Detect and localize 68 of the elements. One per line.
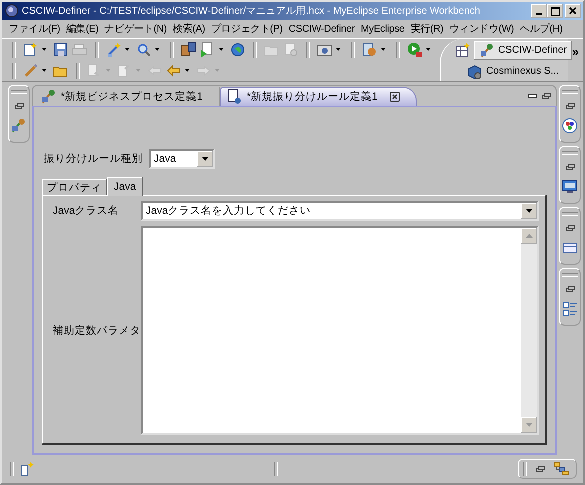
menu-item[interactable]: ナビゲート(N) [102,21,170,37]
menu-item[interactable]: ヘルプ(H) [517,21,566,37]
minimize-button[interactable] [531,4,547,18]
dropdown-arrow-icon[interactable] [219,48,224,51]
menu-item[interactable]: 編集(E) [63,21,102,37]
close-icon [569,7,577,15]
window-title: CSCIW-Definer - C:/TEST/eclipse/CSCIW-Definer/マニュアル用.hcx - MyEclipse Enterprise Workbench [22,5,482,18]
globe-icon[interactable] [230,42,246,58]
menu-item[interactable]: 検索(A) [170,21,208,37]
close-button[interactable] [565,4,581,18]
field-label: 補助定数パラメタ [52,324,141,338]
scroll-down-icon [526,423,532,427]
package-icon[interactable] [362,42,378,58]
dropdown-arrow-icon[interactable] [185,69,190,72]
dropdown-arrow-icon[interactable] [125,48,130,51]
scroll-up-icon [526,234,532,238]
dropdown-arrow-icon[interactable] [336,48,341,51]
menu-item[interactable]: MyEclipse [358,22,408,36]
new-item-icon[interactable] [20,462,34,476]
restore-icon[interactable] [535,465,546,473]
menu-item[interactable]: 実行(R) [408,21,447,37]
menu-item[interactable]: プロジェクト(P) [208,21,286,37]
dropdown-arrow-icon[interactable] [381,48,386,51]
close-icon[interactable] [390,92,400,102]
maximize-icon [550,6,560,16]
monitor-icon[interactable] [562,179,578,195]
tab[interactable]: Java [107,177,144,196]
scrollbar[interactable] [521,228,537,433]
perspective-button[interactable]: Cosminexus S... [462,62,564,81]
dropdown-arrow-icon[interactable] [426,48,431,51]
restore-icon[interactable] [14,102,24,110]
dropdown-arrow-icon[interactable] [202,157,208,161]
field-label: Javaクラス名 [52,204,120,218]
maximize-icon[interactable] [541,92,552,100]
app-icon [5,4,19,18]
hierarchy-icon[interactable] [554,462,570,476]
dropdown-arrow-icon[interactable] [42,69,47,72]
maximize-button[interactable] [547,4,563,18]
dropdown-arrow-icon[interactable] [526,209,532,213]
restore-icon[interactable] [564,102,576,110]
new-file-icon[interactable] [23,42,39,58]
database-icon[interactable] [181,42,197,58]
field-label: 振り分けルール種別 [44,152,143,166]
open-perspective-icon[interactable] [455,42,472,58]
menu-item[interactable]: ウィンドウ(W) [446,21,518,37]
outline-icon[interactable] [562,301,578,317]
table-icon[interactable] [562,240,578,256]
minimize-icon[interactable] [528,92,537,100]
perspective-icon [479,42,496,58]
server-icon [467,64,484,80]
restore-icon[interactable] [564,163,576,171]
process-icon [41,88,57,104]
search-icon[interactable] [136,42,152,58]
menu-item[interactable]: ファイル(F) [6,21,64,37]
tab[interactable]: プロパティ [42,179,107,195]
palette-icon[interactable] [562,118,578,134]
save-icon[interactable] [53,42,69,58]
editor-tab[interactable]: *新規振り分けルール定義1 [220,87,417,106]
class-name-dropdown[interactable]: Javaクラス名を入力してください [141,201,539,221]
dropdown-arrow-icon[interactable] [155,48,160,51]
perspective-button[interactable]: CSCIW-Definer [474,41,572,60]
rule-type-dropdown[interactable]: Java [149,149,215,169]
run-icon[interactable] [407,42,423,58]
rule-document-icon [226,89,243,105]
menu-item[interactable]: CSCIW-Definer [286,22,358,36]
restore-icon[interactable] [564,285,576,293]
dropdown-arrow-icon[interactable] [42,48,47,51]
restore-icon[interactable] [564,224,576,232]
